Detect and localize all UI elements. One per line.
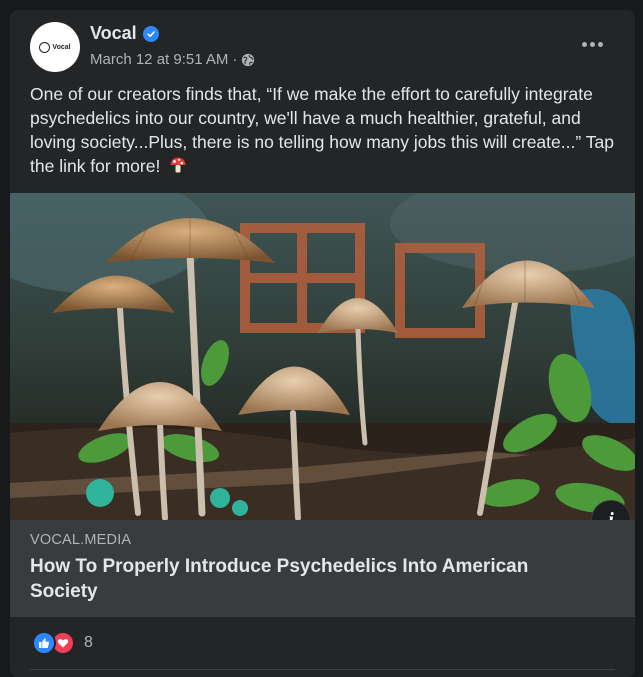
link-preview-meta[interactable]: VOCAL.MEDIA How To Properly Introduce Ps… [10, 520, 635, 617]
reactions-summary[interactable]: 8 [32, 631, 93, 655]
logo-ring-icon [39, 41, 51, 53]
link-title: How To Properly Introduce Psychedelics I… [30, 556, 529, 602]
reaction-count: 8 [84, 634, 93, 651]
page-name-row: Vocal [90, 23, 159, 44]
like-icon [32, 631, 56, 655]
more-options-icon[interactable] [577, 32, 607, 56]
link-domain: VOCAL.MEDIA [30, 532, 132, 548]
vocal-logo: Vocal [39, 41, 71, 53]
post-meta: March 12 at 9:51 AM · [90, 51, 255, 68]
post-message: One of our creators finds that, “If we m… [30, 84, 614, 176]
link-preview-image[interactable] [10, 193, 635, 520]
meta-separator: · [232, 51, 238, 68]
post-header: Vocal Vocal March 12 at 9:51 AM · [30, 22, 615, 76]
page-name[interactable]: Vocal [90, 23, 137, 44]
verified-badge-icon [142, 25, 159, 42]
avatar-logo-text: Vocal [52, 43, 71, 51]
action-divider [30, 669, 615, 670]
post-card: Vocal Vocal March 12 at 9:51 AM · One of… [10, 10, 635, 677]
globe-icon[interactable] [241, 53, 255, 67]
page-avatar[interactable]: Vocal [30, 22, 80, 72]
post-timestamp[interactable]: March 12 at 9:51 AM [90, 51, 228, 68]
mushroom-emoji-icon [169, 156, 187, 180]
post-text: One of our creators finds that, “If we m… [30, 82, 620, 180]
